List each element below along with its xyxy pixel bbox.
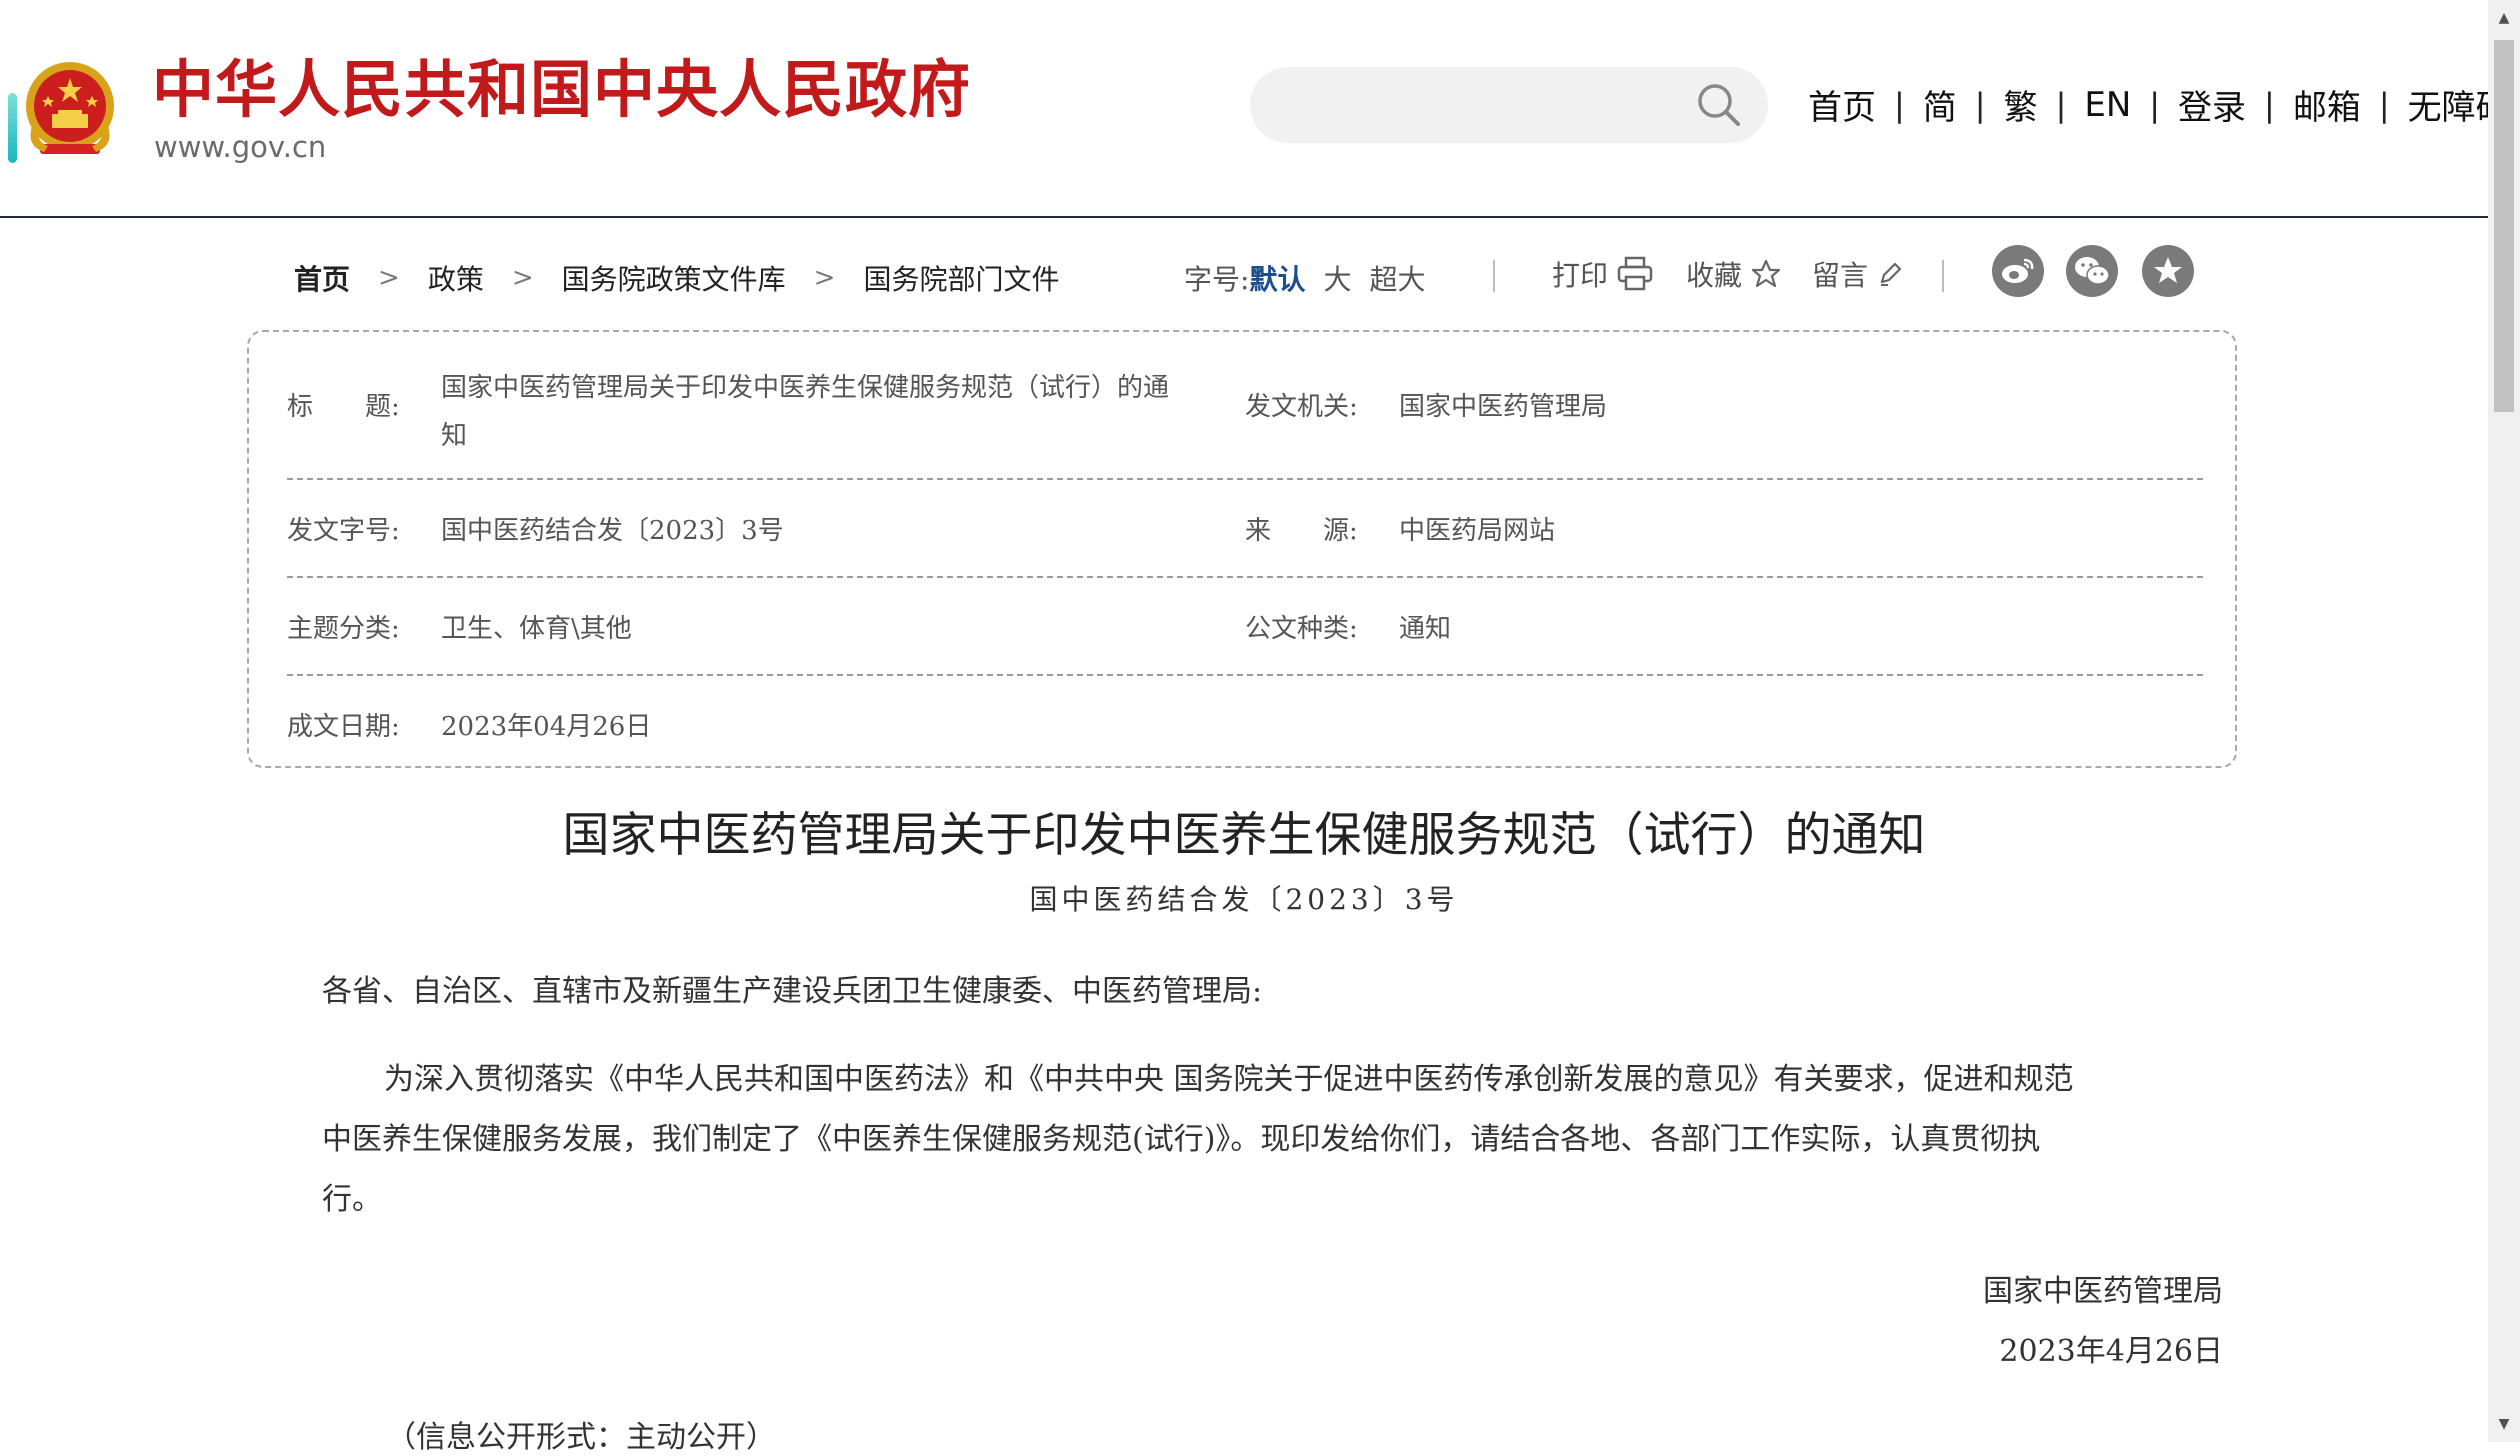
wechat-icon: [2075, 257, 2110, 285]
nav-login[interactable]: 登录: [2160, 80, 2264, 129]
font-size-extra-large[interactable]: 超大: [1369, 258, 1425, 298]
nav-separator: |: [2055, 85, 2067, 124]
nav-mailbox[interactable]: 邮箱: [2275, 80, 2379, 129]
national-emblem-icon[interactable]: [18, 56, 122, 164]
star-icon: [1751, 259, 1781, 288]
meta-row-docno: 发文字号: 国中医药结合发〔2023〕3号 来 源: 中医药局网站: [287, 478, 2203, 578]
article-disclosure: （信息公开形式：主动公开）: [386, 1420, 776, 1455]
article-title: 国家中医药管理局关于印发中医养生保健服务规范（试行）的通知: [562, 808, 1926, 863]
meta-doctype-value: 通知: [1399, 614, 1452, 644]
meta-row-topic: 主题分类: 卫生、体育\其他 公文种类: 通知: [287, 576, 2203, 676]
document-metadata-box: 标 题: 国家中医药管理局关于印发中医养生保健服务规范（试行）的通 知 发文机关…: [247, 330, 2237, 768]
nav-traditional[interactable]: 繁: [1986, 80, 2056, 129]
site-domain: www.gov.cn: [154, 130, 327, 164]
meta-row-title: 标 题: 国家中医药管理局关于印发中医养生保健服务规范（试行）的通 知 发文机关…: [287, 332, 2203, 480]
meta-docno-label: 发文字号:: [287, 516, 400, 546]
scrollbar-thumb[interactable]: [2494, 40, 2514, 412]
print-label: 打印: [1552, 259, 1609, 292]
meta-source-value: 中医药局网站: [1399, 516, 1556, 546]
meta-title-value-line: 知: [441, 421, 468, 451]
meta-issuer-label: 发文机关:: [1245, 392, 1358, 422]
meta-topic-value: 卫生、体育\其他: [441, 614, 632, 644]
favorite-share-icon[interactable]: [2142, 245, 2194, 297]
breadcrumb: 首页 > 政策 > 国务院政策文件库 > 国务院部门文件: [294, 258, 1059, 298]
meta-topic-label: 主题分类:: [287, 614, 400, 644]
meta-title-value-line: 国家中医药管理局关于印发中医养生保健服务规范（试行）的通: [441, 373, 1170, 403]
scroll-down-arrow-icon[interactable]: ▼: [2488, 1406, 2520, 1442]
weibo-icon: [2002, 258, 2034, 283]
meta-source-label: 来 源:: [1245, 516, 1358, 546]
star-badge-icon: [2154, 257, 2182, 283]
print-button[interactable]: 打印: [1552, 254, 1654, 294]
meta-docno-value: 国中医药结合发〔2023〕3号: [441, 516, 784, 546]
scroll-up-arrow-icon[interactable]: ▲: [2488, 0, 2520, 36]
article-signature-org: 国家中医药管理局: [1983, 1274, 2223, 1309]
toolbar-divider: [1493, 260, 1495, 292]
nav-separator: |: [2149, 85, 2161, 124]
font-size-default[interactable]: 默认: [1249, 258, 1305, 298]
favorite-label: 收藏: [1686, 259, 1743, 292]
breadcrumb-department-docs[interactable]: 国务院部门文件: [863, 258, 1059, 298]
meta-title-label: 标 题:: [287, 392, 400, 422]
meta-issuer-value: 国家中医药管理局: [1399, 392, 1608, 422]
article-paragraph-line: 中医养生保健服务发展，我们制定了《中医养生保健服务规范(试行)》。现印发给你们，…: [322, 1122, 2041, 1157]
meta-title-value: 国家中医药管理局关于印发中医养生保健服务规范（试行）的通 知: [441, 364, 1169, 460]
meta-date-label: 成文日期:: [287, 712, 400, 742]
pencil-icon: [1880, 262, 1902, 286]
toolbar-divider: [1942, 260, 1944, 292]
meta-date-value: 2023年04月26日: [441, 712, 652, 742]
header-divider: [0, 216, 2488, 218]
chevron-right-icon: >: [813, 263, 836, 293]
article-doc-number: 国中医药结合发〔2023〕3号: [1029, 883, 1459, 916]
scrollbar[interactable]: ▲ ▼: [2488, 0, 2520, 1442]
nav-separator: |: [1894, 85, 1905, 124]
font-size-label: 字号:: [1184, 263, 1250, 296]
breadcrumb-home[interactable]: 首页: [294, 258, 350, 298]
nav-separator: |: [1974, 85, 1986, 124]
wechat-share-icon[interactable]: [2066, 245, 2118, 297]
nav-english[interactable]: EN: [2066, 85, 2149, 125]
nav-home[interactable]: 首页: [1790, 80, 1894, 129]
article-paragraph-line: 为深入贯彻落实《中华人民共和国中医药法》和《中共中央 国务院关于促进中医药传承创…: [384, 1062, 2074, 1097]
nav-separator: |: [2264, 85, 2275, 124]
chevron-right-icon: >: [378, 263, 400, 293]
article-paragraph-line: 行。: [322, 1182, 382, 1217]
article-salutation: 各省、自治区、直辖市及新疆生产建设兵团卫生健康委、中医药管理局:: [322, 974, 1263, 1009]
favorite-button[interactable]: 收藏: [1686, 254, 1782, 294]
meta-row-date: 成文日期: 2023年04月26日: [287, 674, 2203, 768]
top-nav: 首页 | 简 | 繁 | EN | 登录 | 邮箱 | 无障碍: [1790, 80, 2510, 129]
search-icon[interactable]: [1694, 80, 1744, 130]
meta-doctype-label: 公文种类:: [1245, 614, 1358, 644]
weibo-share-icon[interactable]: [1992, 245, 2044, 297]
search-input[interactable]: [1250, 67, 1768, 143]
breadcrumb-policy-library[interactable]: 国务院政策文件库: [562, 258, 786, 298]
comment-label: 留言: [1812, 259, 1869, 292]
chevron-right-icon: >: [511, 263, 534, 293]
font-size-selector: 字号: 默认 大 超大: [1184, 258, 1425, 298]
comment-button[interactable]: 留言: [1812, 254, 1904, 294]
site-name[interactable]: 中华人民共和国中央人民政府: [152, 50, 971, 130]
article-signature-date: 2023年4月26日: [1999, 1334, 2223, 1369]
font-size-large[interactable]: 大: [1323, 258, 1351, 298]
accent-bar: [8, 93, 17, 163]
breadcrumb-policy[interactable]: 政策: [428, 258, 484, 298]
site-header: 中华人民共和国中央人民政府 www.gov.cn 首页 | 简 | 繁 | EN…: [0, 0, 2510, 218]
nav-simplified[interactable]: 简: [1905, 80, 1975, 129]
printer-icon: [1617, 256, 1653, 291]
nav-separator: |: [2378, 85, 2390, 124]
